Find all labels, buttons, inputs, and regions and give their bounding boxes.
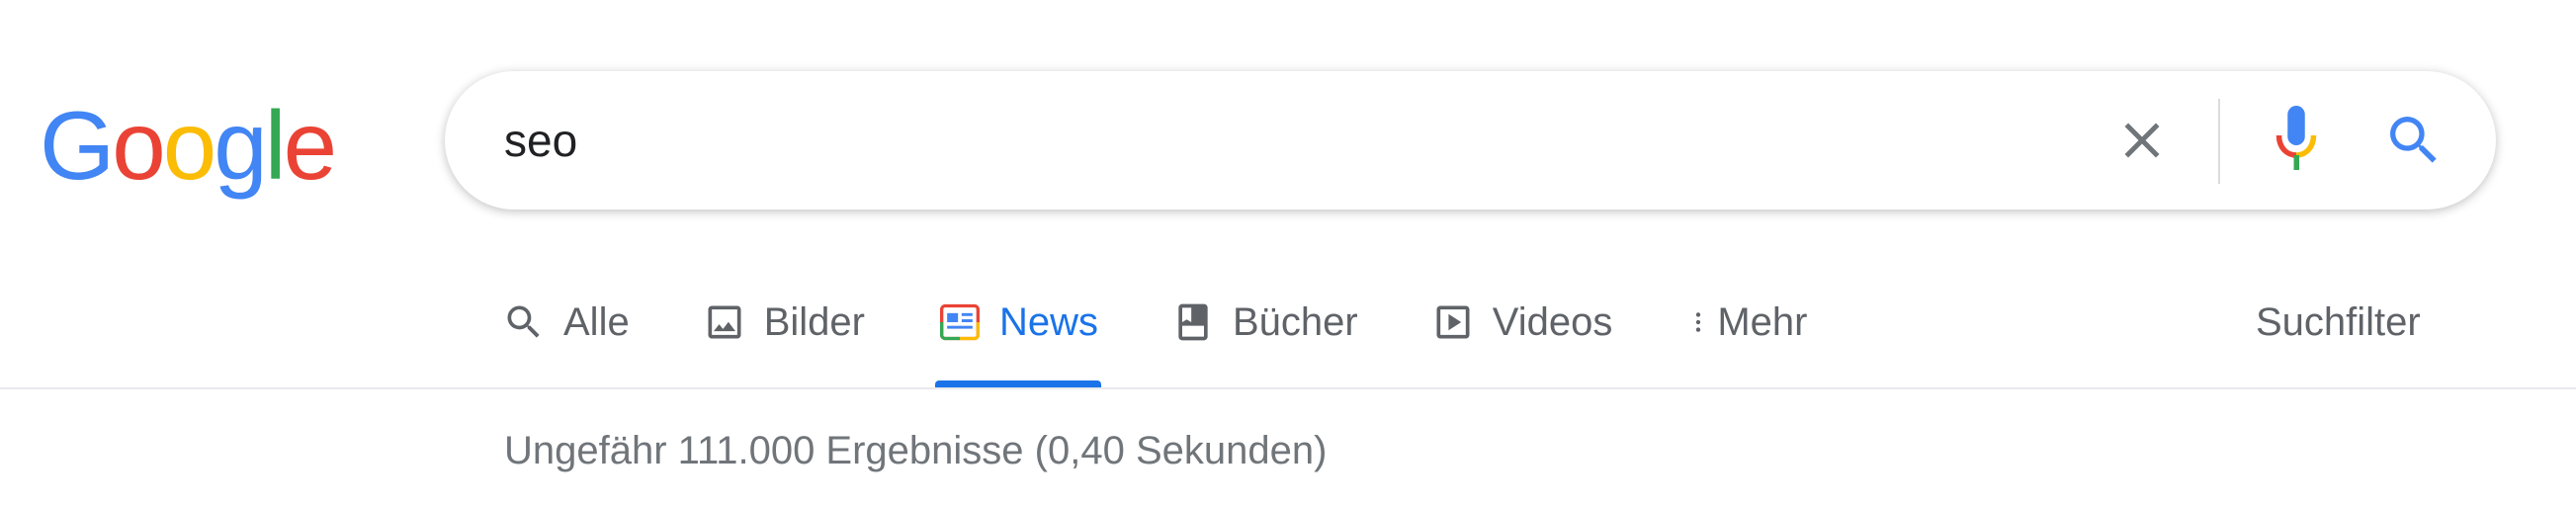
search-input[interactable] <box>504 106 1987 175</box>
search-results-page: Google Alle Bilder <box>0 0 2576 507</box>
logo-letter: o <box>112 91 165 200</box>
tab-bilder[interactable]: Bilder <box>703 287 865 358</box>
tab-buecher[interactable]: Bücher <box>1171 287 1358 358</box>
tab-label: Bücher <box>1233 299 1358 344</box>
logo-letter: l <box>264 91 287 200</box>
tab-alle[interactable]: Alle <box>502 287 630 358</box>
tab-label: Mehr <box>1717 299 1808 344</box>
tab-videos[interactable]: Videos <box>1431 287 1613 358</box>
search-icon <box>507 305 540 338</box>
search-tabs: Alle Bilder News Bücher Videos Mehr <box>502 287 1880 390</box>
tab-news[interactable]: News <box>934 287 1102 388</box>
search-box <box>445 71 2496 210</box>
news-icon <box>939 303 980 341</box>
book-icon <box>1178 303 1208 341</box>
logo-letter: g <box>214 91 267 200</box>
search-box-divider <box>2218 99 2220 184</box>
microphone-icon[interactable] <box>2267 103 2326 178</box>
play-icon <box>1436 305 1470 339</box>
logo-letter: G <box>40 91 115 200</box>
tab-mehr[interactable]: Mehr <box>1685 287 1807 358</box>
logo-letter: e <box>283 91 337 200</box>
magnifier-icon[interactable] <box>2382 109 2446 172</box>
tab-label: Videos <box>1492 299 1613 344</box>
close-icon[interactable] <box>2112 111 2172 170</box>
tab-label: News <box>998 299 1098 344</box>
logo-letter: o <box>162 91 216 200</box>
google-logo[interactable]: Google <box>40 91 337 200</box>
tabs-divider <box>0 387 2576 389</box>
image-icon <box>708 305 741 339</box>
result-stats: Ungefähr 111.000 Ergebnisse (0,40 Sekund… <box>504 429 1328 472</box>
search-tools-button[interactable]: Suchfilter <box>2256 287 2421 358</box>
more-vert-icon <box>1696 312 1701 332</box>
tab-label: Alle <box>563 299 630 344</box>
tab-label: Bilder <box>763 299 865 344</box>
